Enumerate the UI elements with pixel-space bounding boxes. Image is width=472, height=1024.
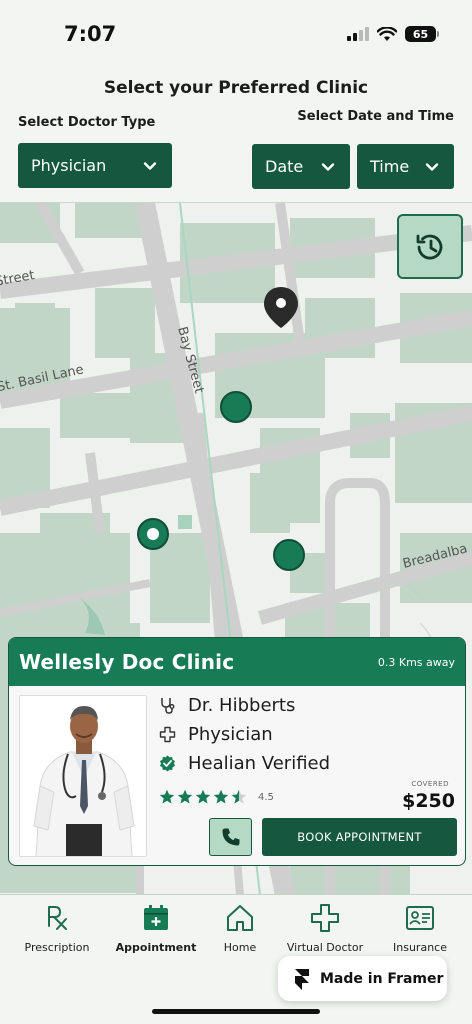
nav-home[interactable]: Home bbox=[195, 901, 285, 954]
doctor-type-value: Physician bbox=[31, 156, 107, 175]
id-card-icon bbox=[403, 901, 437, 935]
home-indicator bbox=[152, 1009, 320, 1014]
history-icon bbox=[416, 234, 443, 259]
rating-value: 4.5 bbox=[258, 791, 274, 803]
doctor-type-row: Physician bbox=[159, 724, 273, 745]
home-icon bbox=[223, 901, 257, 935]
page-title: Select your Preferred Clinic bbox=[103, 78, 369, 98]
time-value: Time bbox=[370, 157, 410, 176]
star-icon bbox=[159, 789, 175, 804]
verified-row: Healian Verified bbox=[159, 753, 330, 774]
battery-level: 65 bbox=[412, 27, 429, 41]
phone-icon bbox=[222, 828, 239, 846]
status-icons: 65 bbox=[347, 26, 439, 42]
nav-label: Virtual Doctor bbox=[286, 941, 364, 954]
framer-badge-label: Made in Framer bbox=[320, 970, 444, 987]
call-button[interactable] bbox=[209, 818, 252, 856]
framer-logo-icon bbox=[295, 968, 309, 990]
date-time-label: Select Date and Time bbox=[297, 109, 454, 124]
chevron-down-icon bbox=[143, 161, 157, 170]
doctor-type-label: Select Doctor Type bbox=[18, 115, 156, 130]
status-time: 7:07 bbox=[64, 22, 117, 46]
verified-badge-icon bbox=[159, 755, 176, 772]
clinic-name: Wellesly Doc Clinic bbox=[19, 650, 235, 674]
date-dropdown[interactable]: Date bbox=[252, 144, 350, 189]
battery-icon: 65 bbox=[405, 26, 439, 42]
book-appointment-button[interactable]: BOOK APPOINTMENT bbox=[262, 818, 457, 856]
doctor-photo bbox=[19, 695, 147, 857]
doctor-name: Dr. Hibberts bbox=[188, 695, 296, 716]
nav-virtual-doctor[interactable]: Virtual Doctor bbox=[280, 901, 370, 954]
time-dropdown[interactable]: Time bbox=[357, 144, 454, 189]
made-in-framer-badge[interactable]: Made in Framer bbox=[278, 956, 447, 1001]
clinic-marker[interactable] bbox=[220, 391, 252, 423]
star-icon bbox=[213, 789, 229, 804]
calendar-icon bbox=[139, 901, 173, 935]
clinic-marker[interactable] bbox=[273, 539, 305, 571]
nav-label: Prescription bbox=[24, 941, 90, 954]
medical-cross-icon bbox=[159, 726, 176, 743]
nav-label: Home bbox=[223, 941, 257, 954]
wifi-icon bbox=[377, 26, 397, 41]
chevron-down-icon bbox=[321, 162, 335, 171]
price: $250 bbox=[402, 790, 455, 812]
clinic-card[interactable]: Wellesly Doc Clinic 0.3 Kms away Dr. Hib… bbox=[8, 637, 466, 866]
chevron-down-icon bbox=[425, 162, 439, 171]
status-bar: 7:07 65 bbox=[0, 0, 472, 70]
covered-label: COVERED bbox=[411, 780, 449, 788]
nav-prescription[interactable]: Prescription bbox=[12, 901, 102, 954]
doctor-type: Physician bbox=[188, 724, 273, 745]
nav-appointment[interactable]: Appointment bbox=[111, 901, 201, 954]
star-icon bbox=[177, 789, 193, 804]
clinic-card-header: Wellesly Doc Clinic 0.3 Kms away bbox=[9, 638, 465, 686]
history-button[interactable] bbox=[397, 214, 463, 279]
rating-stars: 4.5 bbox=[159, 789, 274, 805]
nav-label: Appointment bbox=[115, 941, 197, 954]
star-icon bbox=[195, 789, 211, 804]
doctor-type-dropdown[interactable]: Physician bbox=[18, 143, 172, 188]
star-half-icon bbox=[231, 789, 247, 804]
nav-insurance[interactable]: Insurance bbox=[375, 901, 465, 954]
doctor-name-row: Dr. Hibberts bbox=[159, 695, 295, 716]
medical-cross-icon bbox=[308, 901, 342, 935]
selected-clinic-marker[interactable] bbox=[137, 518, 169, 550]
stethoscope-icon bbox=[159, 697, 176, 714]
signal-icon bbox=[347, 27, 369, 41]
clinic-distance: 0.3 Kms away bbox=[377, 655, 455, 669]
verified-label: Healian Verified bbox=[188, 753, 331, 774]
nav-label: Insurance bbox=[393, 941, 447, 954]
prescription-icon bbox=[40, 901, 74, 935]
date-value: Date bbox=[265, 157, 304, 176]
